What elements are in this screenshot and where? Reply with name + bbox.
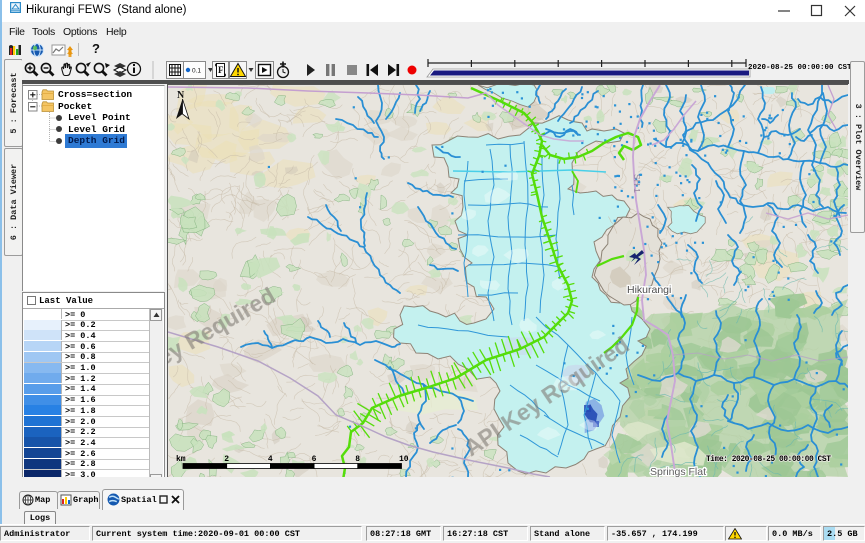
- svg-text:2: 2: [224, 455, 229, 464]
- svg-text:N: N: [177, 90, 185, 101]
- svg-text:km: km: [176, 455, 186, 464]
- svg-text:F: F: [218, 65, 224, 75]
- svg-text:4: 4: [268, 455, 273, 464]
- svg-text:0.1: 0.1: [192, 68, 201, 75]
- svg-text:8: 8: [355, 455, 360, 464]
- svg-text:Hikurangi: Hikurangi: [627, 284, 671, 296]
- svg-text:Springs Flat: Springs Flat: [650, 466, 706, 477]
- svg-text:Time: 2020-08-25 00:00:00 CST: Time: 2020-08-25 00:00:00 CST: [706, 455, 831, 464]
- svg-text:10: 10: [399, 455, 409, 464]
- svg-text:SH 1: SH 1: [632, 174, 642, 193]
- svg-text:6: 6: [312, 455, 317, 464]
